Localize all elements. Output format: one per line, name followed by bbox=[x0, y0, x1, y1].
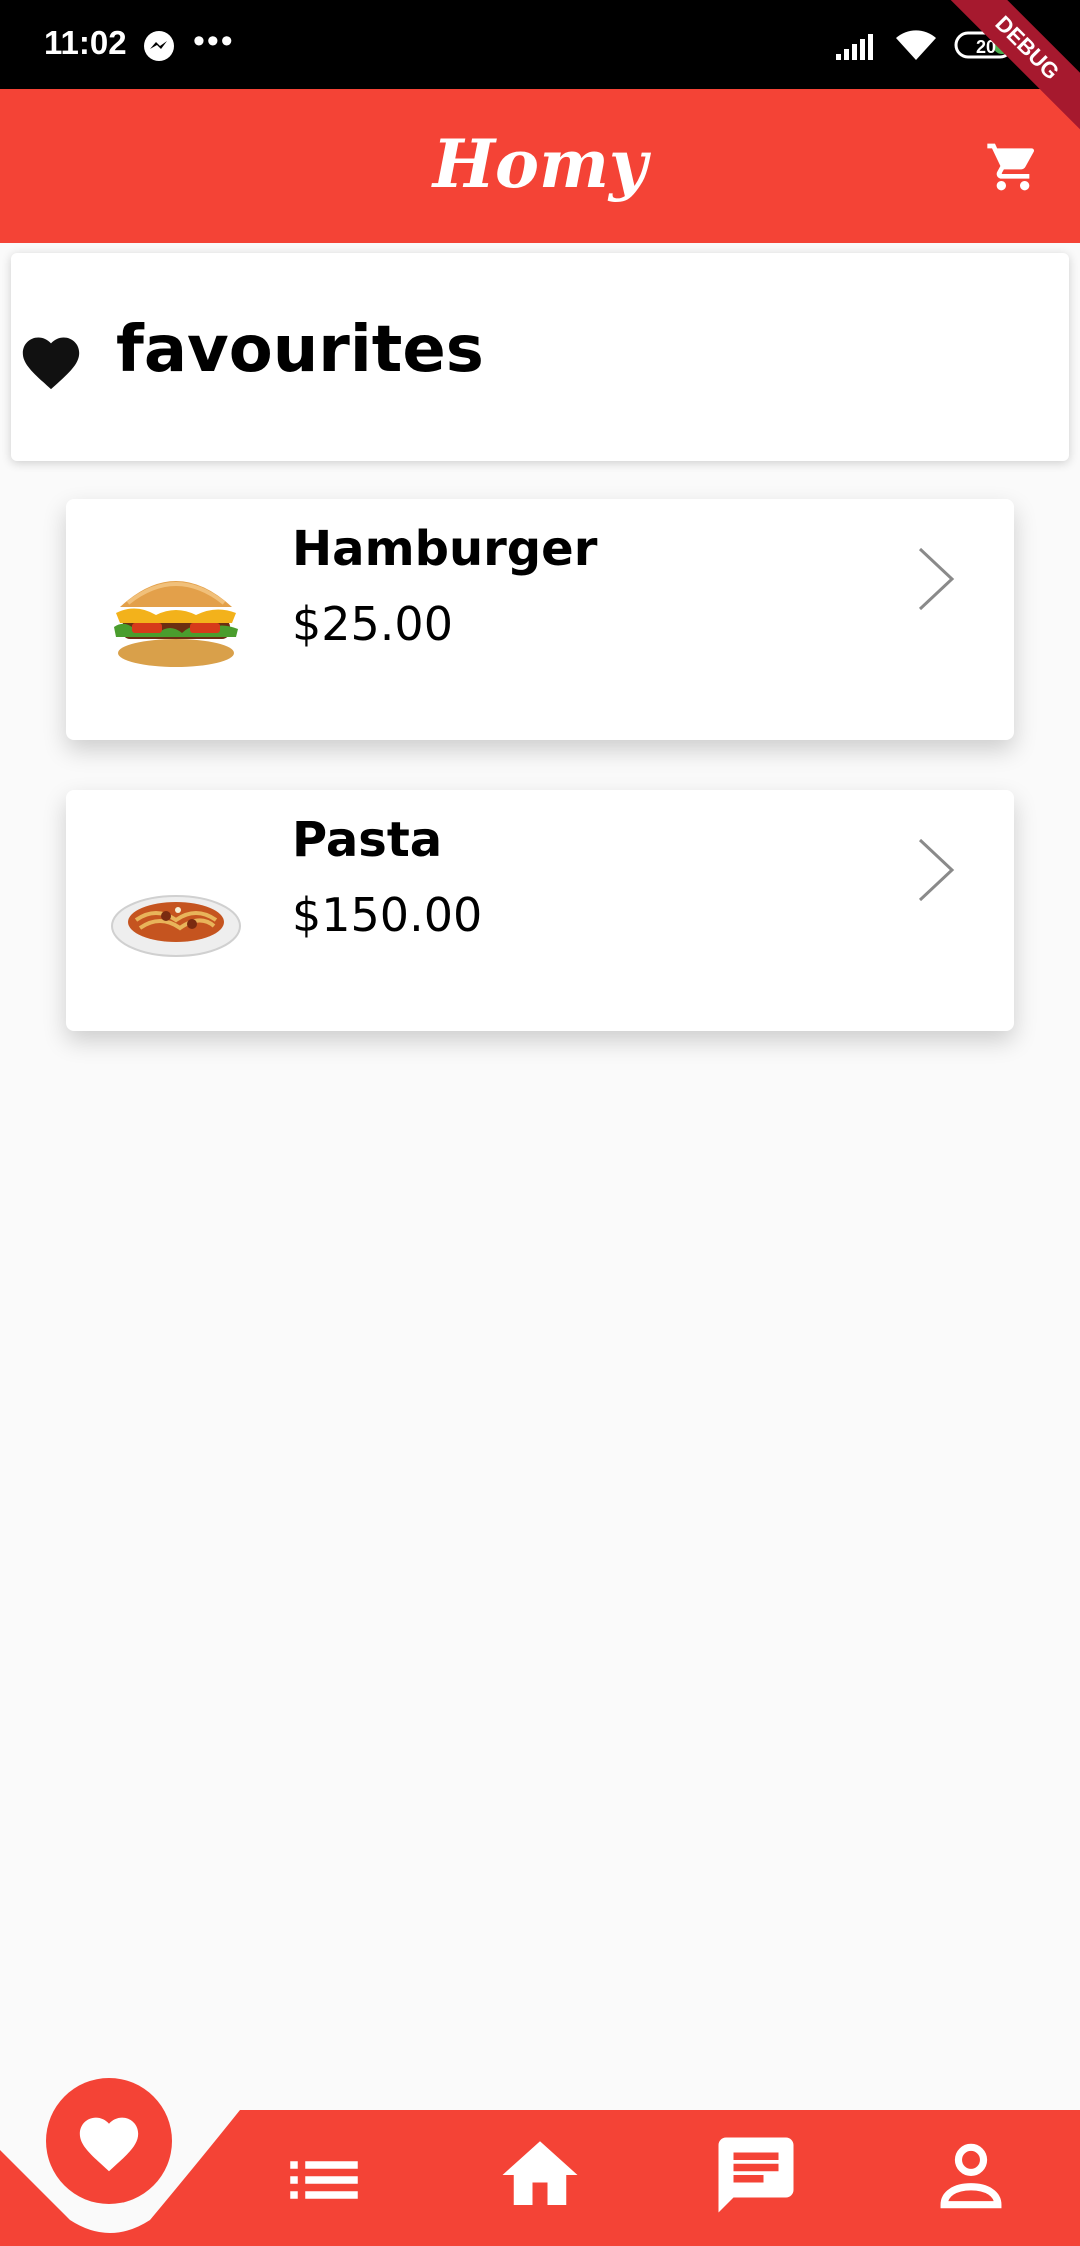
item-name: Pasta bbox=[292, 812, 443, 868]
messenger-icon bbox=[144, 31, 174, 61]
chevron-right-icon[interactable] bbox=[914, 836, 958, 904]
home-icon[interactable] bbox=[495, 2130, 585, 2220]
chat-icon[interactable] bbox=[711, 2130, 801, 2220]
status-time: 11:02 bbox=[44, 24, 127, 61]
pasta-photo bbox=[111, 895, 241, 957]
favourite-item-hamburger[interactable]: Hamburger $25.00 bbox=[66, 499, 1014, 740]
favourite-item-pasta[interactable]: Pasta $150.00 bbox=[66, 790, 1014, 1031]
shopping-cart-icon[interactable] bbox=[984, 139, 1042, 195]
favourites-title: favourites bbox=[116, 313, 484, 387]
app-title: Homy bbox=[432, 125, 648, 203]
status-bar: 11:02 ••• 20 DEBUG bbox=[0, 0, 1080, 144]
more-notifications-icon: ••• bbox=[193, 22, 235, 60]
item-name: Hamburger bbox=[292, 521, 598, 577]
heart-icon bbox=[79, 2117, 139, 2172]
item-price: $25.00 bbox=[292, 597, 453, 651]
wifi-icon bbox=[896, 30, 936, 60]
hamburger-photo bbox=[114, 581, 238, 667]
favourites-header: favourites bbox=[11, 253, 1069, 461]
favourites-nav-button[interactable] bbox=[46, 2078, 172, 2204]
signal-icon bbox=[836, 34, 873, 60]
person-icon[interactable] bbox=[928, 2133, 1014, 2219]
app-bar: Homy bbox=[0, 89, 1080, 243]
list-icon[interactable] bbox=[279, 2135, 369, 2225]
item-price: $150.00 bbox=[292, 888, 483, 942]
heart-icon bbox=[22, 337, 80, 390]
chevron-right-icon[interactable] bbox=[914, 545, 958, 613]
